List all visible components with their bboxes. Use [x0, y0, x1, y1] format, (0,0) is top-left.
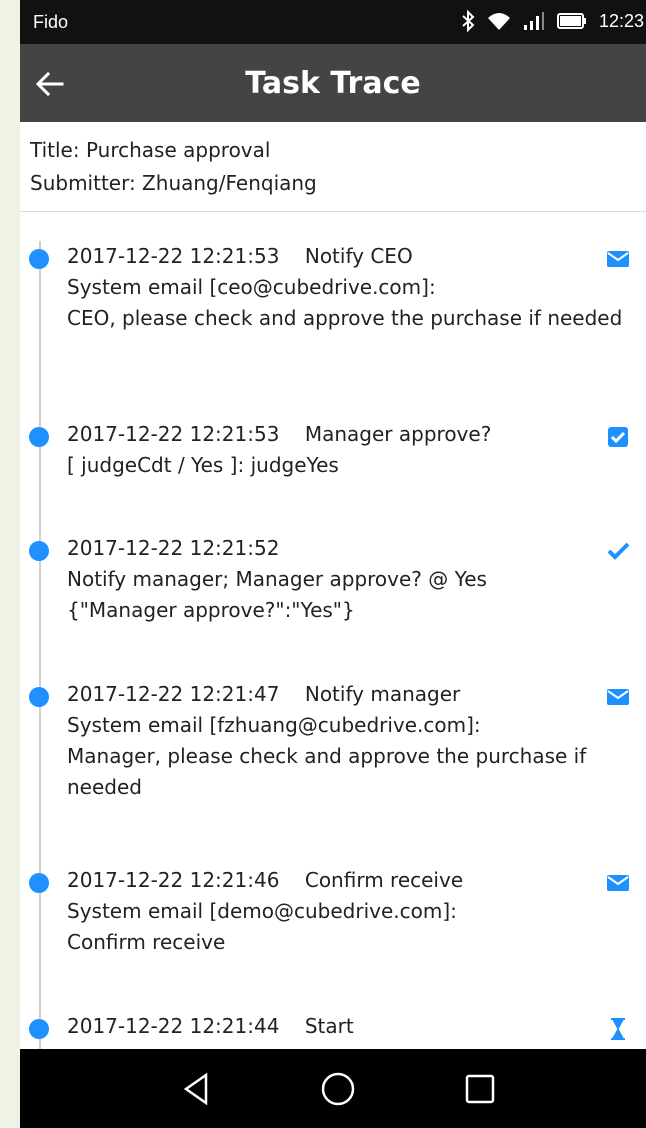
recents-square-icon[interactable]	[460, 1069, 500, 1109]
entry-line: Notify manager; Manager approve? @ Yes	[67, 567, 487, 591]
task-submitter: Submitter: Zhuang/Fenqiang	[30, 171, 317, 195]
carrier-name: Fido	[33, 12, 69, 32]
status-bar: Fido 12:23	[20, 0, 646, 44]
entry-text: 2017-12-22 12:21:53 Notify CEO System em…	[67, 241, 627, 334]
entry-line: System email [demo@cubedrive.com]:	[67, 899, 457, 923]
timeline-dot	[29, 1019, 49, 1039]
signal-icon	[523, 11, 545, 31]
entry-header: 2017-12-22 12:21:53 Manager approve?	[67, 419, 627, 450]
hourglass-icon	[606, 1017, 630, 1041]
entry-header: 2017-12-22 12:21:44 Start	[67, 1011, 627, 1042]
page-title: Task Trace	[245, 66, 421, 101]
back-triangle-icon[interactable]	[178, 1069, 218, 1109]
entry-action: Manager approve?	[304, 422, 492, 446]
entry-timestamp: 2017-12-22 12:21:47	[67, 682, 280, 706]
task-title: Title: Purchase approval	[30, 138, 271, 162]
checked-box-icon	[606, 425, 630, 449]
entry-line: Manager, please check and approve the pu…	[67, 744, 587, 799]
entry-timestamp: 2017-12-22 12:21:53	[67, 422, 280, 446]
system-nav-bar	[20, 1049, 646, 1128]
entry-timestamp: 2017-12-22 12:21:52	[67, 536, 280, 560]
task-info: Title: Purchase approval Submitter: Zhua…	[30, 134, 317, 200]
entry-header: 2017-12-22 12:21:47 Notify manager	[67, 679, 627, 710]
timeline-dot	[29, 687, 49, 707]
entry-text: 2017-12-22 12:21:46 Confirm receive Syst…	[67, 865, 627, 958]
entry-action: Confirm receive	[304, 868, 464, 892]
bluetooth-icon	[461, 10, 475, 32]
entry-text: 2017-12-22 12:21:47 Notify manager Syste…	[67, 679, 627, 803]
home-circle-icon[interactable]	[318, 1069, 358, 1109]
entry-timestamp: 2017-12-22 12:21:44	[67, 1014, 280, 1038]
entry-line: System email [fzhuang@cubedrive.com]:	[67, 713, 481, 737]
entry-header: 2017-12-22 12:21:46 Confirm receive	[67, 865, 627, 896]
entry-line: Confirm receive	[67, 930, 226, 954]
entry-header: 2017-12-22 12:21:53 Notify CEO	[67, 241, 627, 272]
entry-action: Notify manager	[304, 682, 461, 706]
entry-text: 2017-12-22 12:21:53 Manager approve? [ j…	[67, 419, 627, 481]
entry-text: 2017-12-22 12:21:44 Start	[67, 1011, 627, 1042]
entry-line: System email [ceo@cubedrive.com]:	[67, 275, 436, 299]
email-icon	[606, 871, 630, 895]
status-time: 12:23	[598, 10, 644, 31]
entry-timestamp: 2017-12-22 12:21:46	[67, 868, 280, 892]
email-icon	[606, 685, 630, 709]
entry-line: {"Manager approve?":"Yes"}	[67, 598, 355, 622]
entry-line: CEO, please check and approve the purcha…	[67, 306, 623, 330]
email-icon	[606, 247, 630, 271]
entry-timestamp: 2017-12-22 12:21:53	[67, 244, 280, 268]
timeline-dot	[29, 427, 49, 447]
entry-action: Notify CEO	[304, 244, 413, 268]
timeline-dot	[29, 541, 49, 561]
entry-header: 2017-12-22 12:21:52	[67, 533, 627, 564]
app-bar: Task Trace	[20, 44, 646, 122]
trace-timeline[interactable]: 2017-12-22 12:21:53 Notify CEO System em…	[20, 211, 646, 1049]
checkmark-icon	[606, 539, 630, 563]
battery-icon	[556, 12, 587, 30]
timeline-dot	[29, 873, 49, 893]
timeline-dot	[29, 249, 49, 269]
timeline-line	[39, 241, 41, 1049]
wifi-icon	[487, 11, 511, 31]
entry-line: [ judgeCdt / Yes ]: judgeYes	[67, 453, 339, 477]
entry-text: 2017-12-22 12:21:52 Notify manager; Mana…	[67, 533, 627, 626]
status-icons: 12:23	[461, 10, 644, 32]
entry-action: Start	[304, 1014, 354, 1038]
phone-screen: Fido 12:23 Task Trace Title: Purchase ap…	[20, 0, 646, 1128]
